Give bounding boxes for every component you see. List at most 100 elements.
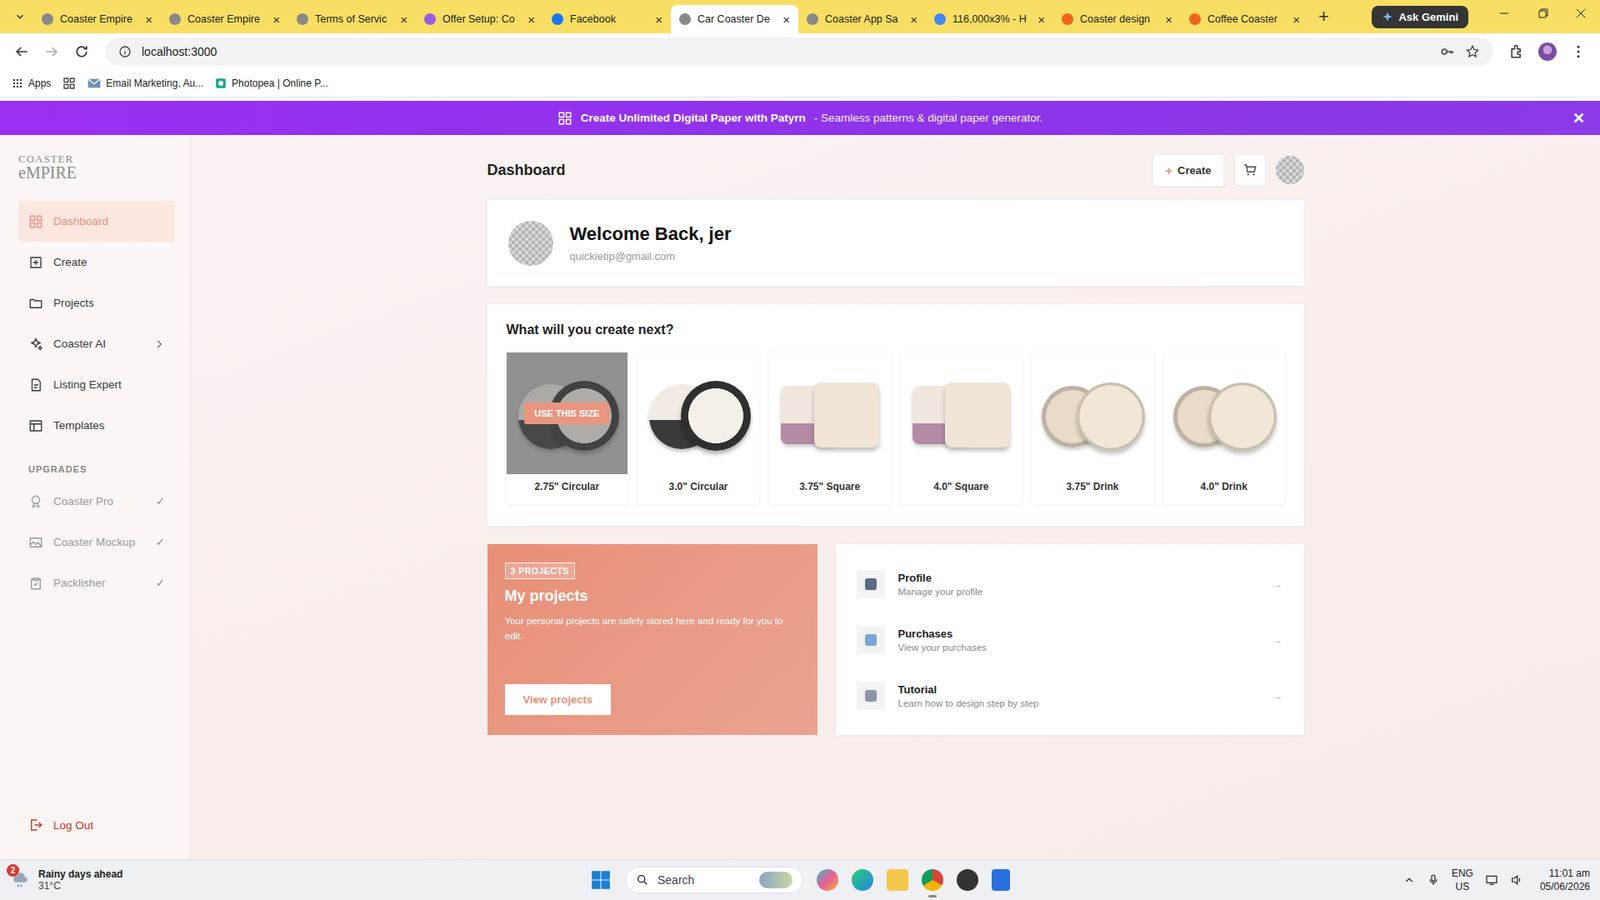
tab-close-button[interactable]: × — [145, 12, 153, 27]
upgrade-item[interactable]: Packlisher✓ — [18, 562, 175, 604]
key-icon[interactable] — [1440, 44, 1455, 60]
app-icon[interactable] — [956, 869, 979, 891]
size-preview — [637, 352, 760, 475]
welcome-card: Welcome Back, jerquickietip@gmail.com — [487, 200, 1305, 286]
main: Dashboard+CreateWelcome Back, jerquickie… — [190, 135, 1600, 860]
browser-tab[interactable]: Terms of Servic× — [288, 5, 416, 34]
tab-label: Car Coaster De — [697, 13, 776, 25]
sidebar-item[interactable]: Projects — [18, 282, 175, 324]
language-indicator[interactable]: ENGUS — [1451, 866, 1474, 894]
address-bar[interactable]: localhost:3000 — [105, 37, 1494, 66]
tab-close-button[interactable]: × — [1292, 12, 1300, 27]
browser-tab[interactable]: Coaster Empire× — [160, 5, 289, 34]
tab-close-button[interactable]: × — [272, 12, 280, 27]
browser-tab[interactable]: Coffee Coaster× — [1180, 5, 1309, 34]
chrome-icon[interactable] — [921, 869, 944, 891]
star-icon[interactable] — [1465, 44, 1480, 60]
browser-tab[interactable]: Car Coaster De × — [670, 5, 799, 34]
taskbar-search[interactable]: Search — [625, 866, 804, 894]
link-row[interactable]: PurchasesView your purchases→ — [856, 616, 1284, 664]
browser-tab[interactable]: Coaster design× — [1053, 5, 1181, 34]
back-icon[interactable] — [10, 43, 34, 60]
app-icon[interactable] — [991, 869, 1010, 891]
reload-icon[interactable] — [70, 43, 94, 60]
close-window-icon[interactable] — [1561, 0, 1600, 27]
windows-start-icon[interactable] — [590, 869, 612, 891]
size-option[interactable]: 4.0" Square — [900, 352, 1023, 505]
logo[interactable]: COASTEReMPIRE — [18, 153, 175, 181]
nav-icon — [28, 295, 44, 311]
create-button[interactable]: +Create — [1152, 154, 1224, 187]
extensions-icon[interactable] — [1505, 43, 1529, 60]
logout-button[interactable]: Log Out — [18, 817, 175, 841]
ask-gemini-button[interactable]: Ask Gemini — [1371, 5, 1469, 29]
copilot-icon[interactable] — [816, 869, 839, 891]
sidebar-item[interactable]: Listing Expert — [18, 364, 175, 405]
grid-icon — [557, 110, 573, 126]
browser-tab[interactable]: 116,000x3% - H× — [925, 5, 1054, 34]
volume-icon[interactable] — [1510, 873, 1524, 887]
link-icon — [856, 681, 885, 710]
clock[interactable]: 11:01 am05/06/2026 — [1540, 866, 1590, 894]
rain-icon: 2 — [10, 869, 32, 891]
upgrade-item[interactable]: Coaster Mockup✓ — [18, 521, 175, 563]
check-mark: ✓ — [155, 495, 165, 508]
sidebar-item[interactable]: Coaster AI — [18, 323, 175, 365]
browser-tab[interactable]: Facebook × — [543, 5, 671, 34]
minimize-icon[interactable] — [1485, 0, 1524, 27]
link-icon — [856, 570, 885, 599]
tab-strip: Coaster Empire×Coaster Empire×Terms of S… — [0, 0, 1600, 34]
tab-close-button[interactable]: × — [1037, 12, 1045, 27]
tab-label: Facebook — [570, 13, 649, 25]
upgrade-item[interactable]: Coaster Pro✓ — [18, 480, 175, 522]
tab-search-button[interactable] — [6, 3, 34, 30]
tab-close-button[interactable]: × — [910, 12, 918, 27]
tab-close-button[interactable]: × — [1165, 12, 1173, 27]
favicon-icon — [169, 13, 181, 25]
link-row[interactable]: ProfileManage your profile→ — [856, 560, 1284, 608]
tab-close-button[interactable]: × — [527, 12, 535, 27]
promo-banner[interactable]: Create Unlimited Digital Paper with Paty… — [0, 100, 1600, 135]
sidebar-item[interactable]: Templates — [18, 405, 175, 446]
forward-icon[interactable] — [40, 43, 64, 60]
favicon-icon — [1189, 13, 1201, 25]
user-avatar[interactable] — [1275, 155, 1305, 185]
size-option[interactable]: 3.0" Circular — [637, 352, 760, 505]
browser-tab[interactable]: Coaster Empire× — [33, 5, 161, 34]
network-icon[interactable] — [1485, 873, 1499, 887]
bookmark[interactable]: Photopea | Online P... — [215, 77, 329, 90]
sidebar-item[interactable]: Dashboard — [18, 200, 175, 242]
chevron-up-icon[interactable] — [1403, 874, 1415, 886]
size-option[interactable]: USE THIS SIZE2.75" Circular — [506, 352, 629, 505]
size-option[interactable]: 3.75" Square — [769, 352, 891, 505]
photopea-icon — [215, 77, 227, 90]
sidebar-item[interactable]: Create — [18, 241, 175, 283]
browser-tab[interactable]: Offer Setup: Co× — [415, 5, 544, 34]
bookmark[interactable]: Apps — [11, 77, 51, 90]
size-preview — [1031, 352, 1154, 475]
upgrade-icon — [28, 494, 44, 510]
use-size-button[interactable]: USE THIS SIZE — [524, 402, 610, 425]
size-preview — [900, 352, 1023, 475]
edge-icon[interactable] — [851, 869, 874, 891]
size-option[interactable]: 3.75" Drink — [1031, 352, 1154, 505]
window-controls — [1485, 0, 1600, 27]
new-tab-button[interactable]: + — [1308, 5, 1340, 28]
tab-close-button[interactable]: × — [782, 12, 790, 27]
tab-close-button[interactable]: × — [655, 12, 663, 27]
bookmark[interactable]: Email Marketing, Au... — [87, 77, 204, 90]
banner-close-button[interactable]: ✕ — [1572, 109, 1585, 128]
size-option[interactable]: 4.0" Drink — [1163, 352, 1285, 505]
tab-groups-icon[interactable] — [62, 76, 76, 90]
cart-button[interactable] — [1234, 154, 1266, 186]
microphone-icon[interactable] — [1426, 873, 1440, 887]
profile-avatar[interactable] — [1538, 42, 1557, 61]
menu-icon[interactable] — [1566, 43, 1590, 60]
link-row[interactable]: TutorialLearn how to design step by step… — [856, 672, 1284, 720]
tab-close-button[interactable]: × — [400, 12, 408, 27]
restore-icon[interactable] — [1523, 0, 1562, 27]
weather-widget[interactable]: 2Rainy days ahead31°C — [10, 868, 123, 892]
file-explorer-icon[interactable] — [886, 869, 909, 891]
view-projects-button[interactable]: View projects — [505, 684, 612, 715]
browser-tab[interactable]: Coaster App Sa× — [798, 5, 926, 34]
